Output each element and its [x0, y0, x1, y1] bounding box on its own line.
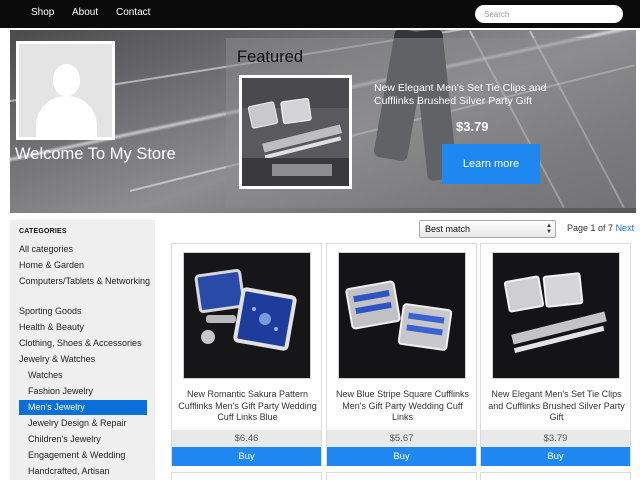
subcategory-fashion-jewelry[interactable]: Fashion Jewelry — [28, 386, 152, 397]
product-price: $6.46 — [172, 430, 321, 447]
next-page-link[interactable]: Next — [616, 223, 635, 233]
nav-link-contact[interactable]: Contact — [116, 7, 150, 18]
page-indicator: Page 1 of 7 — [567, 223, 614, 233]
buy-button[interactable]: Buy — [327, 447, 476, 466]
category-jewelry-watches[interactable]: Jewelry & Watches — [19, 354, 153, 365]
product-image[interactable] — [338, 252, 466, 379]
sort-selected-value: Best match — [425, 224, 471, 234]
featured-product-name[interactable]: New Elegant Men's Set Tie Clips and Cuff… — [374, 82, 574, 108]
tie-clip-cufflinks-image — [493, 253, 619, 378]
nav-link-shop[interactable]: Shop — [31, 7, 54, 18]
category-sporting-goods[interactable]: Sporting Goods — [19, 306, 153, 317]
category-computers[interactable]: Computers/Tablets & Networking — [19, 276, 153, 287]
subcategory-watches[interactable]: Watches — [28, 370, 152, 381]
product-title[interactable]: New Romantic Sakura Pattern Cufflinks Me… — [176, 389, 319, 424]
store-avatar — [16, 41, 115, 140]
product-card-next-row[interactable] — [171, 472, 322, 480]
subcategory-engagement-wedding[interactable]: Engagement & Wedding — [28, 450, 152, 461]
nav-link-about[interactable]: About — [72, 7, 98, 18]
sort-dropdown[interactable]: Best match ▲ ▼ — [419, 220, 556, 238]
blue-sakura-cufflinks-image — [184, 253, 310, 378]
top-nav-bar: Shop About Contact — [0, 0, 640, 28]
product-image[interactable] — [183, 252, 311, 379]
product-card-next-row[interactable] — [480, 472, 631, 480]
featured-panel: Featured New Elegant Men's Set Tie Clips… — [226, 38, 636, 208]
search-input[interactable] — [475, 5, 623, 23]
categories-heading: CATEGORIES — [19, 228, 67, 235]
product-image[interactable] — [492, 252, 620, 379]
buy-button[interactable]: Buy — [481, 447, 630, 466]
blue-stripe-cufflinks-image — [339, 253, 465, 378]
product-card[interactable]: New Blue Stripe Square Cufflinks Men's G… — [326, 243, 477, 466]
subcategory-handcrafted[interactable]: Handcrafted, Artisan — [28, 466, 152, 477]
product-card[interactable]: New Romantic Sakura Pattern Cufflinks Me… — [171, 243, 322, 466]
category-home-garden[interactable]: Home & Garden — [19, 260, 153, 271]
category-sidebar: CATEGORIES All categories Home & Garden … — [10, 220, 155, 480]
subcategory-mens-jewelry[interactable]: Men's Jewelry — [19, 400, 147, 415]
category-all[interactable]: All categories — [19, 244, 153, 255]
product-price: $3.79 — [481, 430, 630, 447]
subcategory-jewelry-design[interactable]: Jewelry Design & Repair — [28, 418, 152, 429]
cufflinks-tie-clip-image — [242, 78, 349, 186]
featured-title: Featured — [237, 48, 304, 66]
product-card-next-row[interactable] — [326, 472, 477, 480]
category-clothing[interactable]: Clothing, Shoes & Accessories — [19, 338, 153, 349]
featured-product-image[interactable] — [239, 75, 352, 189]
hero-banner: Welcome To My Store Featured New Elegant… — [10, 30, 636, 213]
product-title[interactable]: New Blue Stripe Square Cufflinks Men's G… — [331, 389, 474, 424]
product-price: $5.67 — [327, 430, 476, 447]
featured-price: $3.79 — [456, 119, 489, 134]
category-health-beauty[interactable]: Health & Beauty — [19, 322, 153, 333]
buy-button[interactable]: Buy — [172, 447, 321, 466]
learn-more-button[interactable]: Learn more — [442, 144, 540, 184]
product-card[interactable]: New Elegant Men's Set Tie Clips and Cuff… — [480, 243, 631, 466]
product-title[interactable]: New Elegant Men's Set Tie Clips and Cuff… — [485, 389, 628, 424]
pagination: Page 1 of 7 Next — [567, 223, 634, 233]
subcategory-childrens-jewelry[interactable]: Children's Jewelry — [28, 434, 152, 445]
updown-arrows-icon: ▲ ▼ — [546, 223, 552, 235]
user-silhouette-icon — [53, 64, 80, 96]
welcome-heading: Welcome To My Store — [15, 145, 176, 163]
